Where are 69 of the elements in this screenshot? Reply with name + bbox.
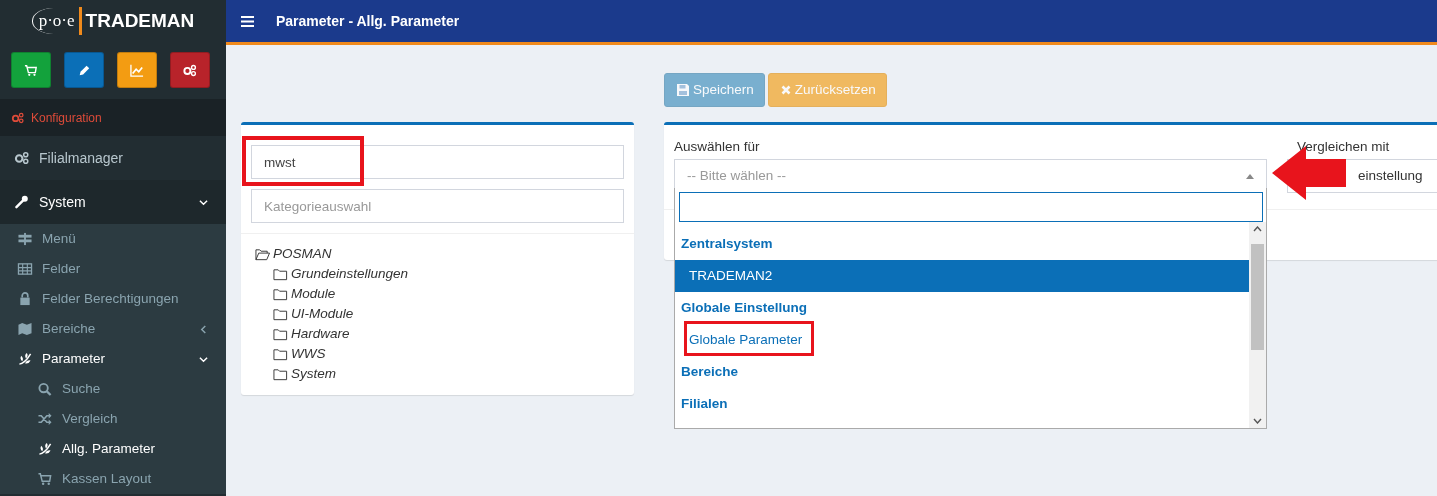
scroll-up-icon <box>1253 226 1262 232</box>
scroll-down-icon <box>1253 418 1262 424</box>
group-header: Globale Einstellung <box>680 298 808 317</box>
leaf-icon <box>17 352 33 366</box>
group-header: Filialen <box>680 394 729 413</box>
chevron-down-icon <box>199 354 208 364</box>
dropdown-option[interactable]: TRADEMAN2 <box>675 260 1249 292</box>
cart-icon <box>37 472 53 486</box>
folder-icon <box>273 267 288 281</box>
folder-icon <box>273 347 288 361</box>
gears-icon <box>183 63 197 77</box>
scrollbar[interactable] <box>1249 222 1266 428</box>
wrench-icon <box>14 195 30 209</box>
tree-node[interactable]: WWS <box>255 344 620 364</box>
gears-icon <box>11 111 25 124</box>
gears-icon <box>14 151 30 165</box>
search-icon <box>37 382 53 396</box>
sidebar-item[interactable]: Menü <box>0 224 226 254</box>
tree-node[interactable]: POSMAN <box>255 244 620 264</box>
search-field[interactable] <box>679 192 1263 222</box>
sidebar-item[interactable]: Vergleich <box>0 404 226 434</box>
tree-node[interactable]: Module <box>255 284 620 304</box>
chevron-left-icon <box>199 324 208 334</box>
table-icon <box>17 262 33 276</box>
sidebar-item[interactable]: System <box>0 180 226 224</box>
folder-icon <box>273 287 288 301</box>
tree-node[interactable]: UI-Module <box>255 304 620 324</box>
open-folder-icon <box>255 247 270 261</box>
map-icon <box>17 322 33 336</box>
quick-button[interactable] <box>170 52 210 88</box>
sidebar-item[interactable]: Parameter <box>0 344 226 374</box>
folder-icon <box>273 327 288 341</box>
logo-text: TRADEMAN <box>78 6 195 36</box>
caret-up-icon <box>1246 173 1254 179</box>
chart-icon <box>130 63 144 77</box>
sidebar-item[interactable]: Bereiche <box>0 314 226 344</box>
sidebar-item[interactable]: Felder <box>0 254 226 284</box>
sidebar-item[interactable]: Filialmanager <box>0 136 226 180</box>
tree-node[interactable]: Hardware <box>255 324 620 344</box>
field-label: Auswählen für <box>674 138 760 156</box>
chevron-down-icon <box>199 197 208 207</box>
tree-node[interactable]: Grundeinstellungen <box>255 264 620 284</box>
field-label: Vergleichen mit <box>1296 138 1390 156</box>
quick-button[interactable] <box>11 52 51 88</box>
sidebar-item[interactable]: Felder Berechtigungen <box>0 284 226 314</box>
signpost-icon <box>17 232 33 246</box>
shuffle-icon <box>37 412 53 426</box>
logo-mark: p·o·e <box>31 8 75 34</box>
sidebar-item[interactable]: Kassen Layout <box>0 464 226 494</box>
category-field[interactable]: Kategorieauswahl <box>251 189 624 223</box>
menu-icon[interactable] <box>241 15 254 27</box>
cart-icon <box>24 63 38 77</box>
tree-node[interactable]: System <box>255 364 620 384</box>
lock-icon <box>17 292 33 306</box>
dropdown-option[interactable]: Globale Parameter <box>675 324 1249 356</box>
quick-button[interactable] <box>64 52 104 88</box>
search-field[interactable]: mwst <box>251 145 624 179</box>
sidebar-item[interactable]: Suche <box>0 374 226 404</box>
folder-icon <box>273 367 288 381</box>
sidebar-item[interactable]: Allg. Parameter <box>0 434 226 464</box>
page-title: Parameter - Allg. Parameter <box>276 11 460 31</box>
leaf-icon <box>37 442 53 456</box>
floppy-icon <box>677 84 689 96</box>
section-title: Konfiguration <box>31 109 102 127</box>
pencil-icon <box>77 63 91 77</box>
group-header: Zentralsystem <box>680 234 774 253</box>
group-header: Bereiche <box>680 362 740 381</box>
folder-icon <box>273 307 288 321</box>
close-icon <box>780 85 791 95</box>
